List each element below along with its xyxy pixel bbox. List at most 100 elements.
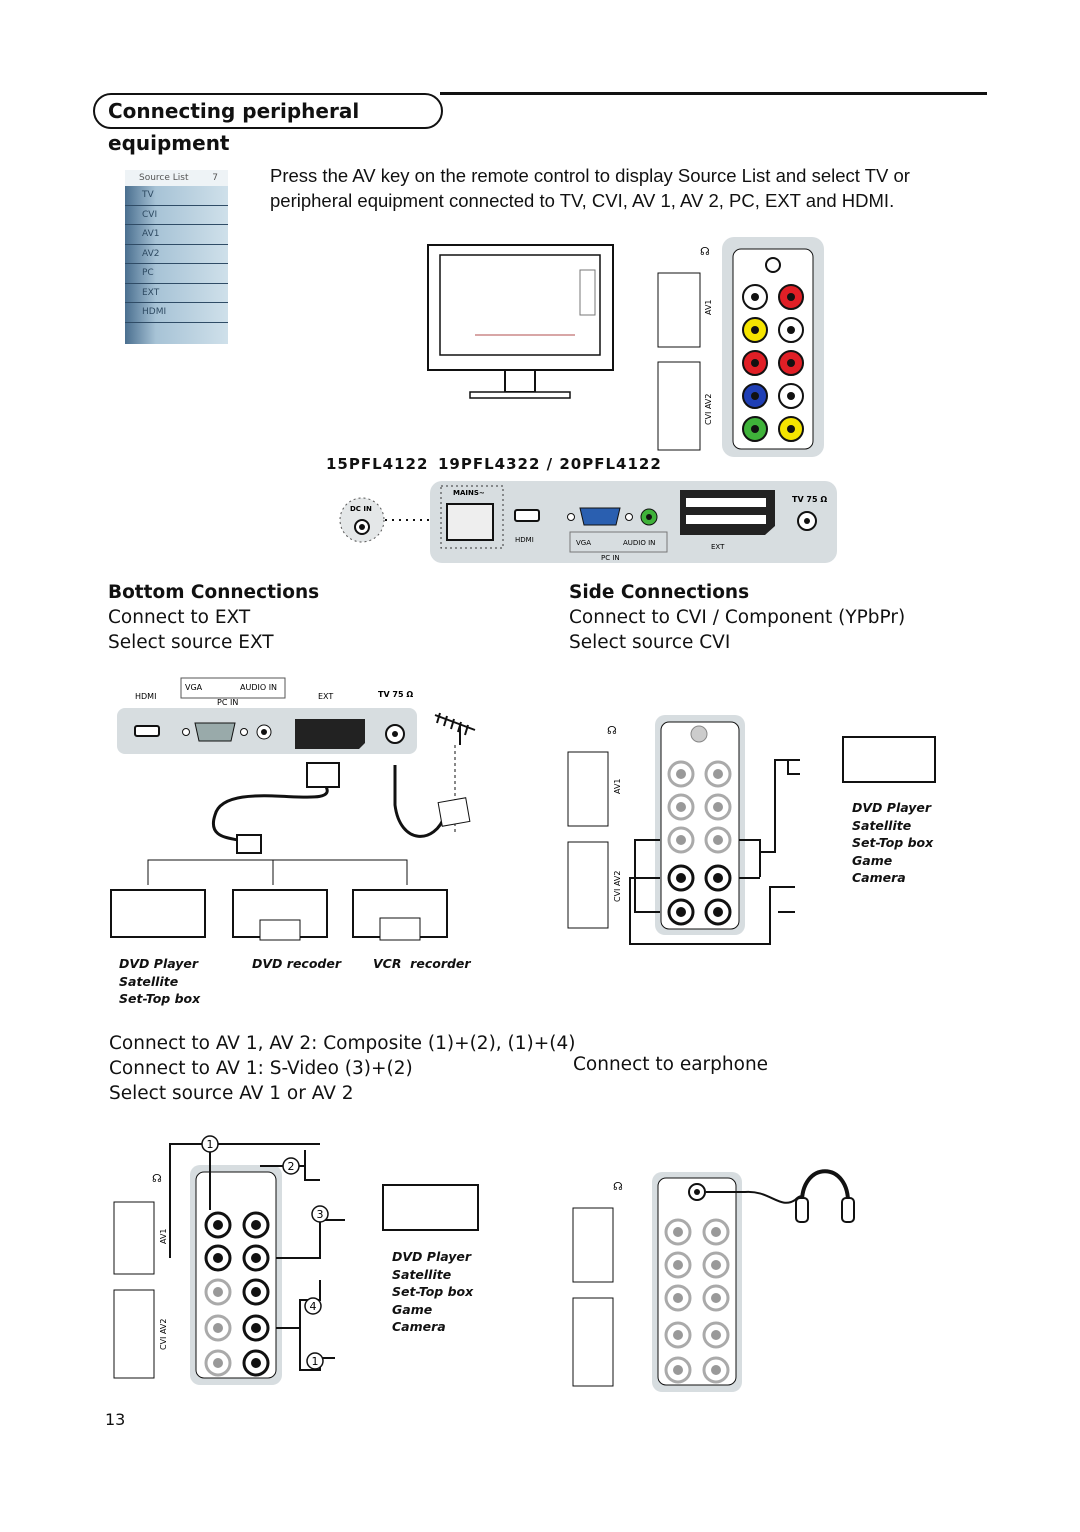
dc-in-label: DC IN [350, 505, 372, 513]
color-jack-center [787, 326, 795, 334]
side-line2: Select source CVI [569, 632, 731, 653]
rca-jack-center [251, 1323, 261, 1333]
source-item-av2: AV2 [125, 245, 228, 264]
source-list-header: Source List 7 [125, 170, 228, 186]
tv-illustration [427, 244, 614, 399]
color-jack-center [787, 359, 795, 367]
hdmi-label: HDMI [515, 536, 534, 544]
av-device-box [382, 1184, 479, 1231]
rca-jack-center [251, 1220, 261, 1230]
rca-jack-center [676, 769, 686, 779]
diagram-tv-label: TV 75 Ω [378, 690, 413, 699]
headphone-jack [765, 257, 781, 273]
side-devices-label: DVD Player Satellite Set-Top box Game Ca… [852, 800, 934, 885]
av1-label: AV1 [704, 299, 713, 315]
rca-jack-center [213, 1287, 223, 1297]
rca-jack-center [711, 1330, 721, 1340]
connection-marker-number: 4 [310, 1300, 317, 1313]
av-diag-av1: AV1 [159, 1228, 168, 1244]
bottom-line2: Select source EXT [108, 632, 274, 653]
connection-marker-number: 1 [312, 1355, 319, 1368]
dvd-player-box [110, 889, 206, 938]
connection-marker-number: 2 [288, 1160, 295, 1173]
color-jack-center [751, 425, 759, 433]
rca-jack-center [711, 1293, 721, 1303]
bottom-device-3: VCR recorder [373, 956, 471, 971]
color-jack-center [787, 425, 795, 433]
color-jack-center [751, 392, 759, 400]
side-panel-illustration: ☊ AV1 CVI AV2 [657, 237, 824, 457]
color-jack-center [751, 326, 759, 334]
cvi-diag-av1: AV1 [613, 778, 622, 794]
rca-jack-center [713, 835, 723, 845]
rca-jack-center [711, 1260, 721, 1270]
bottom-connections-title: Bottom Connections [108, 582, 320, 603]
color-jack-center [751, 293, 759, 301]
color-jack-center [751, 359, 759, 367]
rca-jack-center [713, 769, 723, 779]
source-item-av1: AV1 [125, 225, 228, 245]
av-line1: Connect to AV 1, AV 2: Composite (1)+(2)… [109, 1033, 576, 1054]
bottom-device-1: DVD Player Satellite Set-Top box [119, 956, 201, 1006]
rca-jack-center [213, 1253, 223, 1263]
rca-jack-center [676, 873, 686, 883]
heading-rule [440, 92, 987, 95]
source-item-tv: TV [125, 186, 228, 206]
bottom-device-2: DVD recoder [252, 956, 342, 971]
pc-in-label: PC IN [601, 554, 620, 562]
model-label-15: 15PFL4122 [326, 455, 429, 473]
mains-socket [446, 503, 494, 541]
headphone-icon: ☊ [700, 245, 710, 258]
rca-jack-center [673, 1293, 683, 1303]
diagram-ext-label: EXT [318, 692, 333, 701]
color-jack-center [787, 293, 795, 301]
model-label-19-20: 19PFL4322 / 20PFL4122 [438, 455, 662, 473]
source-item-pc: PC [125, 264, 228, 284]
diagram-hdmi-label: HDMI [135, 692, 156, 701]
rca-jack-center [676, 835, 686, 845]
headphone-icon: ☊ [607, 724, 617, 737]
rca-jack-center [251, 1287, 261, 1297]
rca-jack-center [673, 1227, 683, 1237]
source-item-ext: EXT [125, 284, 228, 303]
vga-port [579, 507, 621, 526]
rca-jack-center [676, 802, 686, 812]
tv-antenna-label: TV 75 Ω [792, 495, 827, 504]
page-number: 13 [105, 1410, 126, 1429]
connection-marker-number: 1 [207, 1138, 214, 1151]
diagram-pcin-label: PC IN [217, 698, 238, 707]
cvi-diag-cviav2: CVI AV2 [613, 871, 622, 902]
source-list-title: Source List [139, 173, 189, 183]
mains-label: MAINS~ [453, 489, 485, 497]
av1-mini-panel [657, 272, 701, 348]
side-connections-title: Side Connections [569, 582, 750, 603]
rca-jack-center [673, 1330, 683, 1340]
rca-jack-center [713, 907, 723, 917]
rca-jack-center [673, 1260, 683, 1270]
bottom-line1: Connect to EXT [108, 607, 251, 628]
vga-label: VGA [576, 539, 591, 547]
source-list-image: Source List 7 TV CVI AV1 AV2 PC EXT HDMI [125, 170, 228, 344]
headphones-icon [799, 1169, 851, 1206]
headphone-icon: ☊ [613, 1180, 623, 1193]
av-diag-cviav2: CVI AV2 [159, 1319, 168, 1350]
cvi-mini-panel [657, 361, 701, 451]
earphone-line1: Connect to earphone [573, 1054, 769, 1075]
rca-jack-center [213, 1220, 223, 1230]
diagram-audio-label: AUDIO IN [240, 683, 277, 692]
av-line3: Select source AV 1 or AV 2 [109, 1083, 354, 1104]
section-title: Connecting peripheral equipment [93, 93, 443, 155]
rca-jack-center [713, 802, 723, 812]
diagram-vga-label: VGA [185, 683, 203, 692]
antenna-icon [434, 712, 476, 745]
cvi-av2-label: CVI AV2 [704, 394, 713, 425]
rca-jack-center [213, 1358, 223, 1368]
hdmi-port [514, 509, 540, 522]
rca-jack-center [676, 907, 686, 917]
rca-jack-center [251, 1253, 261, 1263]
rca-jack-center [251, 1358, 261, 1368]
rca-jack-center [713, 873, 723, 883]
rca-jack-center [711, 1365, 721, 1375]
side-line1: Connect to CVI / Component (YPbPr) [569, 607, 906, 628]
ext-scart-port [680, 490, 775, 535]
